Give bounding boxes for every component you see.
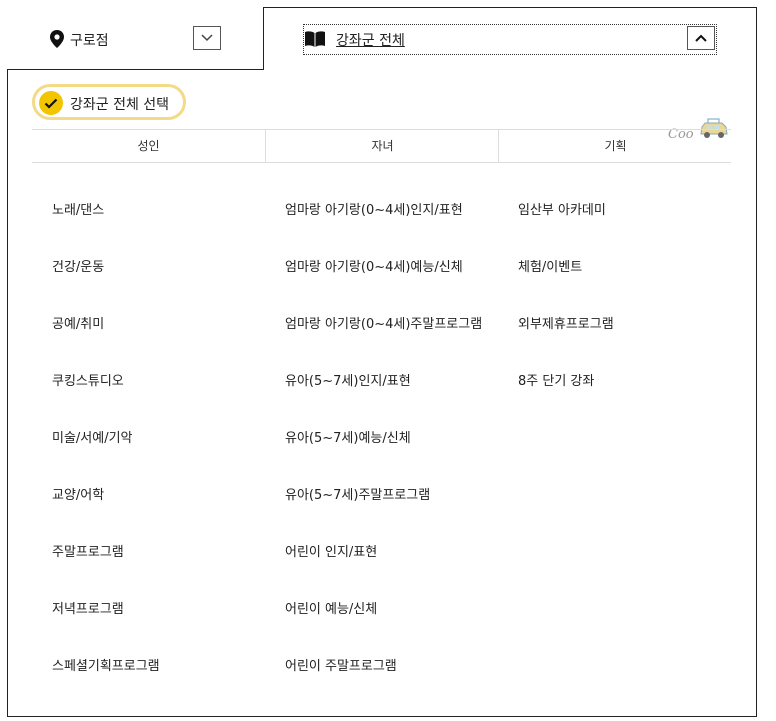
branch-selector[interactable] (7, 7, 264, 70)
select-all-toggle[interactable]: 강좌군 전체 선택 (32, 84, 186, 120)
list-item[interactable]: 노래/댄스 (52, 199, 104, 218)
list-item[interactable]: 유아(5~7세)인지/표현 (285, 370, 411, 389)
list-item[interactable]: 공예/취미 (52, 313, 104, 332)
check-icon (39, 91, 63, 115)
list-item[interactable]: 미술/서예/기악 (52, 427, 133, 446)
list-item[interactable]: 임산부 아카데미 (518, 199, 606, 218)
list-item[interactable]: 스페셜기획프로그램 (52, 655, 160, 674)
list-item[interactable]: 어린이 예능/신체 (285, 598, 377, 617)
list-item[interactable]: 유아(5~7세)주말프로그램 (285, 484, 430, 503)
branch-dropdown-button[interactable] (193, 26, 221, 50)
list-item[interactable]: 저녁프로그램 (52, 598, 124, 617)
column-header-adult: 성인 (137, 139, 160, 153)
list-item[interactable]: 어린이 주말프로그램 (285, 655, 397, 674)
list-item[interactable]: 외부제휴프로그램 (518, 313, 614, 332)
chevron-up-icon (695, 34, 707, 42)
list-item[interactable]: 어린이 인지/표현 (285, 541, 377, 560)
course-group-collapse-button[interactable] (687, 26, 715, 50)
list-item[interactable]: 8주 단기 강좌 (518, 370, 594, 389)
list-item[interactable]: 교양/어학 (52, 484, 104, 503)
column-header-special: 기획 (498, 130, 732, 163)
column-header-children: 자녀 (265, 130, 499, 163)
list-item[interactable]: 엄마랑 아기랑(0~4세)주말프로그램 (285, 313, 482, 332)
branch-label: 구로점 (70, 33, 109, 49)
select-all-label: 강좌군 전체 선택 (70, 97, 170, 113)
list-item[interactable]: 유아(5~7세)예능/신체 (285, 427, 411, 446)
list-item[interactable]: 쿠킹스튜디오 (52, 370, 124, 389)
category-header-row: 성인 자녀 기획 (32, 129, 731, 163)
list-item[interactable]: 체험/이벤트 (518, 256, 582, 275)
course-group-label: 강좌군 전체 (336, 33, 405, 49)
chevron-down-icon (201, 34, 213, 42)
list-item[interactable]: 엄마랑 아기랑(0~4세)인지/표현 (285, 199, 463, 218)
list-item[interactable]: 건강/운동 (52, 256, 104, 275)
map-pin-icon (50, 30, 64, 52)
list-item[interactable]: 주말프로그램 (52, 541, 124, 560)
book-icon (304, 30, 326, 52)
list-item[interactable]: 엄마랑 아기랑(0~4세)예능/신체 (285, 256, 463, 275)
